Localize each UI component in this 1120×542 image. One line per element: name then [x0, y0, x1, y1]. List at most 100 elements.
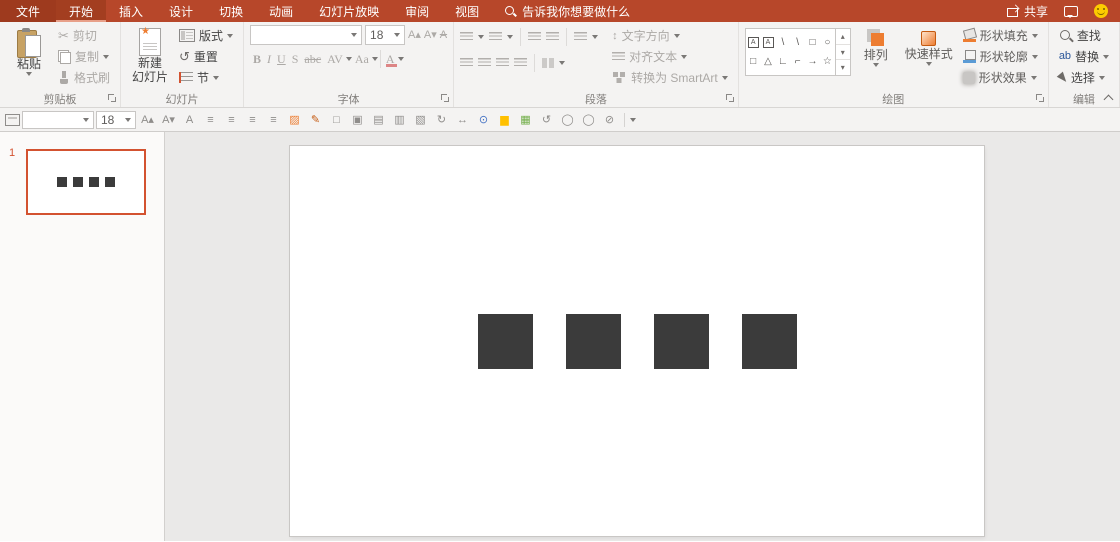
gallery-more-icon[interactable]: ▾ — [836, 59, 850, 75]
tab-file[interactable]: 文件 — [0, 0, 56, 22]
shape-oval-icon[interactable]: ○ — [824, 37, 830, 48]
align-text-button[interactable]: 对齐文本 — [608, 46, 732, 67]
increase-indent-icon[interactable] — [546, 32, 559, 42]
quick-font-combo[interactable] — [22, 111, 94, 129]
flip-icon[interactable]: ↔ — [453, 110, 472, 129]
strikethrough-button[interactable]: abc — [301, 49, 324, 69]
group-objects-icon[interactable]: ▥ — [390, 110, 409, 129]
tab-insert[interactable]: 插入 — [106, 0, 156, 22]
quick-size-combo[interactable]: 18 — [96, 111, 136, 129]
shape-square-1[interactable] — [478, 314, 533, 369]
textbox-vertical-icon[interactable]: A — [763, 37, 774, 48]
slide-thumbnail-panel[interactable]: 1 — [0, 132, 165, 541]
text-shadow-button[interactable]: S — [289, 49, 302, 69]
shapes-gallery[interactable]: A A \ \ □ ○ □ △ ∟ ⌐ → ☆ ▴ ▾ ▾ — [745, 28, 851, 76]
shape-rect2-icon[interactable]: □ — [750, 56, 756, 67]
send-backward-icon[interactable]: ▧ — [411, 110, 430, 129]
shape-elbow-icon[interactable]: ∟ — [778, 56, 788, 67]
decrease-indent-icon[interactable] — [528, 32, 541, 42]
drawing-dialog-launcher[interactable] — [1036, 94, 1045, 103]
align-center-icon[interactable] — [478, 58, 491, 68]
italic-button[interactable]: I — [264, 49, 274, 69]
shape-arrow-icon[interactable]: → — [808, 56, 818, 67]
align-left-icon[interactable]: ≡ — [201, 110, 220, 129]
clipboard-dialog-launcher[interactable] — [108, 94, 117, 103]
mini-slide-icon[interactable] — [5, 114, 20, 126]
shape-style-icon[interactable]: ▨ — [285, 110, 304, 129]
shape-square-4[interactable] — [742, 314, 797, 369]
clear-formatting-icon[interactable]: A — [440, 30, 447, 41]
align-right-icon[interactable] — [496, 58, 509, 68]
shape-square-3[interactable] — [654, 314, 709, 369]
shape-line2-icon[interactable]: \ — [796, 37, 799, 48]
textbox-horizontal-icon[interactable]: A — [748, 37, 759, 48]
shape-line-icon[interactable]: \ — [781, 37, 784, 48]
editing-canvas[interactable] — [165, 132, 1120, 541]
numbering-icon[interactable] — [489, 32, 502, 42]
feedback-smiley-icon[interactable] — [1094, 4, 1108, 18]
duplicate-icon[interactable]: ▣ — [348, 110, 367, 129]
font-name-combo[interactable] — [250, 25, 362, 45]
shrink-font-icon[interactable]: A▾ — [424, 30, 437, 41]
grow-font-icon[interactable]: A▴ — [408, 30, 421, 41]
paragraph-dialog-launcher[interactable] — [726, 94, 735, 103]
copy-button[interactable]: 复制 — [54, 46, 114, 67]
shape-outline-button[interactable]: 形状轮廓 — [959, 46, 1042, 67]
bullets-icon[interactable] — [460, 32, 473, 42]
tab-home[interactable]: 开始 — [56, 0, 106, 22]
line-spacing-icon[interactable] — [574, 32, 587, 42]
align-center-icon[interactable]: ≡ — [222, 110, 241, 129]
section-button[interactable]: 节 — [175, 67, 237, 88]
oval-icon[interactable]: ◯ — [558, 110, 577, 129]
slide-1[interactable] — [290, 146, 984, 536]
tab-view[interactable]: 视图 — [442, 0, 492, 22]
align-left-icon[interactable] — [460, 58, 473, 68]
bold-button[interactable]: B — [250, 49, 264, 69]
tab-design[interactable]: 设计 — [156, 0, 206, 22]
convert-smartart-button[interactable]: 转换为 SmartArt — [608, 67, 732, 88]
format-painter-button[interactable]: 格式刷 — [54, 67, 114, 88]
arrange-button[interactable]: 排列 — [853, 25, 899, 69]
tab-transitions[interactable]: 切换 — [206, 0, 256, 22]
cut-button[interactable]: ✂ 剪切 — [54, 25, 114, 46]
bring-forward-icon[interactable]: ▤ — [369, 110, 388, 129]
undo-icon[interactable]: ↺ — [537, 110, 556, 129]
find-button[interactable]: 查找 — [1055, 25, 1113, 46]
shape-icon[interactable]: □ — [327, 110, 346, 129]
shape-bracket-icon[interactable]: ⌐ — [795, 56, 801, 67]
justify-icon[interactable]: ≡ — [264, 110, 283, 129]
font-color-button[interactable]: A — [383, 49, 398, 69]
smartart-quick-icon[interactable]: ▦ — [516, 110, 535, 129]
shape-star-icon[interactable]: ☆ — [823, 56, 832, 67]
change-case-button[interactable]: Aa — [352, 49, 372, 69]
quick-styles-button[interactable]: 快速样式 — [901, 25, 957, 68]
tab-review[interactable]: 审阅 — [392, 0, 442, 22]
tab-slideshow[interactable]: 幻灯片放映 — [306, 0, 392, 22]
shape-triangle-icon[interactable]: △ — [764, 56, 772, 67]
slide-thumbnail-1[interactable] — [26, 149, 146, 215]
layout-button[interactable]: 版式 — [175, 25, 237, 46]
pen-icon[interactable]: ✎ — [306, 110, 325, 129]
no-fill-icon[interactable]: ⊘ — [600, 110, 619, 129]
gallery-up-icon[interactable]: ▴ — [836, 29, 850, 44]
paste-button[interactable]: 粘贴 — [6, 25, 52, 78]
collapse-ribbon-icon[interactable] — [1104, 93, 1112, 101]
highlight-icon[interactable]: ▆ — [495, 110, 514, 129]
character-spacing-button[interactable]: AV — [324, 49, 346, 69]
font-style-icon[interactable]: A — [180, 110, 199, 129]
rotate-icon[interactable]: ↻ — [432, 110, 451, 129]
font-dialog-launcher[interactable] — [441, 94, 450, 103]
fill-color-icon[interactable]: ⊙ — [474, 110, 493, 129]
shape-rectangle-icon[interactable]: □ — [810, 37, 816, 48]
text-direction-button[interactable]: ↕ 文字方向 — [608, 25, 732, 46]
shape-fill-button[interactable]: 形状填充 — [959, 25, 1042, 46]
align-right-icon[interactable]: ≡ — [243, 110, 262, 129]
reset-button[interactable]: ↺ 重置 — [175, 46, 237, 67]
font-grow-icon[interactable]: A▴ — [138, 110, 157, 129]
columns-icon[interactable] — [542, 58, 554, 68]
font-shrink-icon[interactable]: A▾ — [159, 110, 178, 129]
replace-button[interactable]: ab 替换 — [1055, 46, 1113, 67]
new-slide-button[interactable]: 新建 幻灯片 — [127, 25, 173, 86]
quickbar-more-icon[interactable] — [630, 118, 636, 122]
comments-icon[interactable] — [1064, 6, 1078, 17]
